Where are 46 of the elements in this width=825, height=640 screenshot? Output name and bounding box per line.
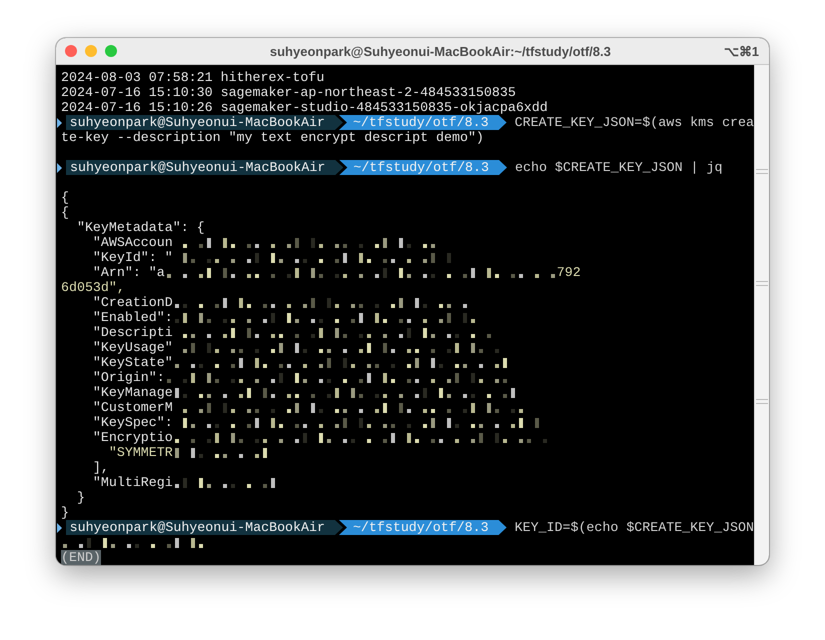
window-title: suhyeonpark@Suhyeonui-MacBookAir:~/tfstudy/otf/8.3: [268, 44, 612, 58]
output-text: "KeyUsage": [92, 340, 173, 355]
minimize-button[interactable]: [85, 45, 97, 57]
output-text: "KeyManage: [92, 385, 173, 400]
output-text: ],: [92, 460, 109, 475]
scrollbar[interactable]: [754, 65, 769, 565]
prompt-path-segment: ~/tfstudy/otf/8.3: [338, 115, 507, 130]
prompt-user-segment: suhyeonpark@Suhyeonui-MacBookAir: [66, 520, 343, 535]
prompt-path-segment: ~/tfstudy/otf/8.3: [339, 160, 507, 175]
prompt-marker-icon: [57, 162, 62, 172]
prompt-user-segment: suhyeonpark@Suhyeonui-MacBookAir: [66, 160, 344, 175]
command-text: CREATE_KEY_JSON=$(aws kms crea: [514, 115, 754, 130]
output-text: "KeyState": [92, 355, 173, 370]
output-text: }: [76, 490, 85, 505]
output-text: "KeySpec":: [92, 415, 173, 430]
pager-status: (END): [61, 550, 101, 565]
output-text: "Encryptio: [92, 430, 173, 445]
prompt-marker-icon: [57, 522, 62, 532]
output-text: 792: [556, 265, 581, 280]
output-text: "AWSAccoun: [92, 235, 173, 250]
output-text: "KeyMetadata": {: [76, 220, 205, 235]
output-text: }: [61, 505, 69, 520]
output-text: "CustomerM: [92, 400, 173, 415]
output-text: "Enabled":: [92, 310, 173, 325]
output-text: {: [61, 205, 69, 220]
output-text: 2024-08-03 07:58:21 hitherex-tofu: [61, 70, 324, 85]
output-text: "SYMMETR: [108, 445, 173, 460]
prompt-user-segment: suhyeonpark@Suhyeonui-MacBookAir: [66, 115, 343, 130]
prompt-path-segment: ~/tfstudy/otf/8.3: [338, 520, 507, 535]
close-button[interactable]: [65, 45, 77, 57]
command-text: echo $CREATE_KEY_JSON | jq: [515, 160, 722, 175]
output-text: "CreationD: [92, 295, 173, 310]
shortcut-label: ⌥⌘1: [724, 44, 760, 58]
output-text: "MultiRegi: [92, 475, 173, 490]
output-text: "Arn": "a: [92, 265, 165, 280]
zoom-button[interactable]: [105, 45, 117, 57]
output-text: te-key --description "my text encrypt descript demo"): [61, 130, 484, 145]
output-text: "Origin":: [92, 370, 165, 385]
output-text: "KeyId": ": [92, 250, 173, 265]
prompt-marker-icon: [57, 118, 62, 128]
output-text: 6d053d",: [61, 280, 125, 295]
command-text: KEY_ID=$(echo $CREATE_KEY_JSON: [514, 520, 754, 535]
output-text: "Descripti: [92, 325, 173, 340]
output-text: 2024-07-16 15:10:26 sagemaker-studio-484533150835-okjacpa6xdd: [61, 100, 548, 115]
output-text: {: [61, 190, 69, 205]
output-text: 2024-07-16 15:10:30 sagemaker-ap-northeast-2-484533150835: [61, 85, 516, 100]
